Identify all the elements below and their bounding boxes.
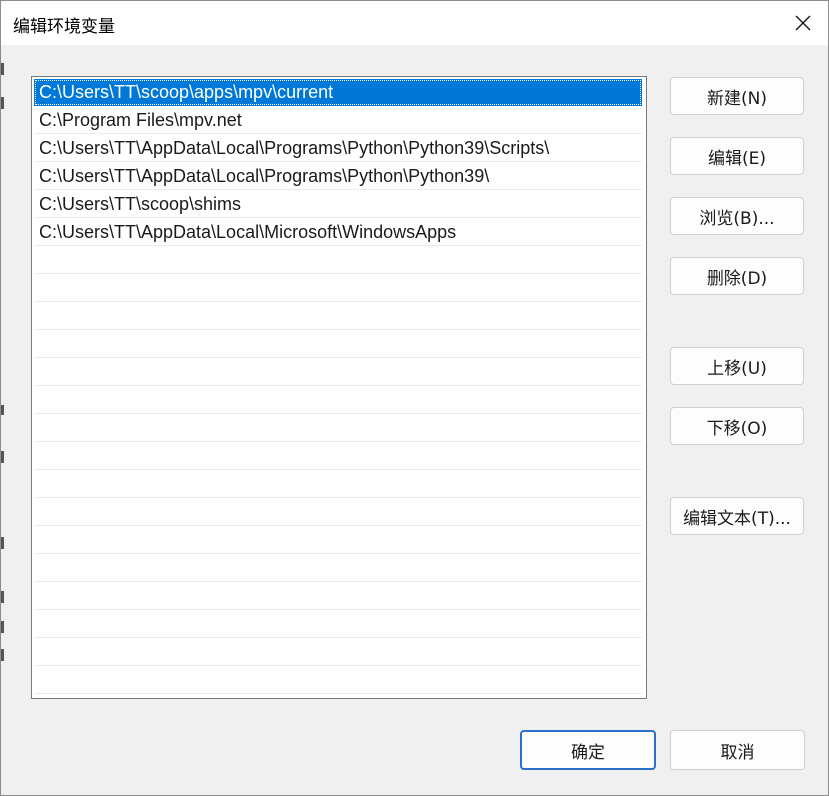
path-list-item[interactable]: C:\Users\TT\AppData\Local\Programs\Pytho… [34, 135, 642, 162]
empty-list-row [34, 667, 642, 694]
path-list-item[interactable]: C:\Users\TT\scoop\shims [34, 191, 642, 218]
empty-list-row [34, 555, 642, 582]
empty-list-row [34, 695, 642, 698]
empty-list-row [34, 583, 642, 610]
edit-env-variable-dialog: 编辑环境变量 C:\Users\TT\scoop\apps\mpv\curren… [0, 0, 829, 796]
path-list[interactable]: C:\Users\TT\scoop\apps\mpv\current C:\Pro… [31, 76, 647, 699]
close-icon [795, 15, 811, 31]
background-window-edge [1, 45, 5, 705]
empty-list-row [34, 611, 642, 638]
path-text: C:\Users\TT\scoop\shims [39, 194, 242, 214]
path-list-item[interactable]: C:\Users\TT\scoop\apps\mpv\current [34, 79, 642, 106]
delete-button[interactable]: 删除(D) [670, 257, 804, 295]
path-text: C:\Users\TT\AppData\Local\Programs\Pytho… [39, 166, 490, 186]
empty-list-row [34, 275, 642, 302]
empty-list-row [34, 331, 642, 358]
dialog-title: 编辑环境变量 [13, 17, 115, 37]
path-text: C:\Program Files\mpv.net [39, 110, 242, 130]
path-text: C:\Users\TT\AppData\Local\Programs\Pytho… [39, 138, 550, 158]
ok-button[interactable]: 确定 [520, 730, 656, 770]
empty-list-row [34, 359, 642, 386]
empty-list-row [34, 387, 642, 414]
close-button[interactable] [778, 1, 828, 45]
empty-list-row [34, 471, 642, 498]
cancel-button[interactable]: 取消 [670, 730, 805, 770]
move-up-button[interactable]: 上移(U) [670, 347, 804, 385]
edit-button[interactable]: 编辑(E) [670, 137, 804, 175]
edit-text-button[interactable]: 编辑文本(T)... [670, 497, 804, 535]
move-down-button[interactable]: 下移(O) [670, 407, 804, 445]
empty-list-row [34, 527, 642, 554]
path-list-item[interactable]: C:\Program Files\mpv.net [34, 107, 642, 134]
new-button[interactable]: 新建(N) [670, 77, 804, 115]
path-list-item[interactable]: C:\Users\TT\AppData\Local\Programs\Pytho… [34, 163, 642, 190]
empty-list-row [34, 499, 642, 526]
title-bar: 编辑环境变量 [1, 1, 828, 45]
empty-list-row [34, 415, 642, 442]
empty-list-row [34, 639, 642, 666]
empty-list-row [34, 303, 642, 330]
path-list-item[interactable]: C:\Users\TT\AppData\Local\Microsoft\Wind… [34, 219, 642, 246]
path-text: C:\Users\TT\scoop\apps\mpv\current [39, 82, 334, 102]
empty-list-row [34, 443, 642, 470]
browse-button[interactable]: 浏览(B)... [670, 197, 804, 235]
empty-list-row [34, 247, 642, 274]
path-text: C:\Users\TT\AppData\Local\Microsoft\Wind… [39, 222, 457, 242]
